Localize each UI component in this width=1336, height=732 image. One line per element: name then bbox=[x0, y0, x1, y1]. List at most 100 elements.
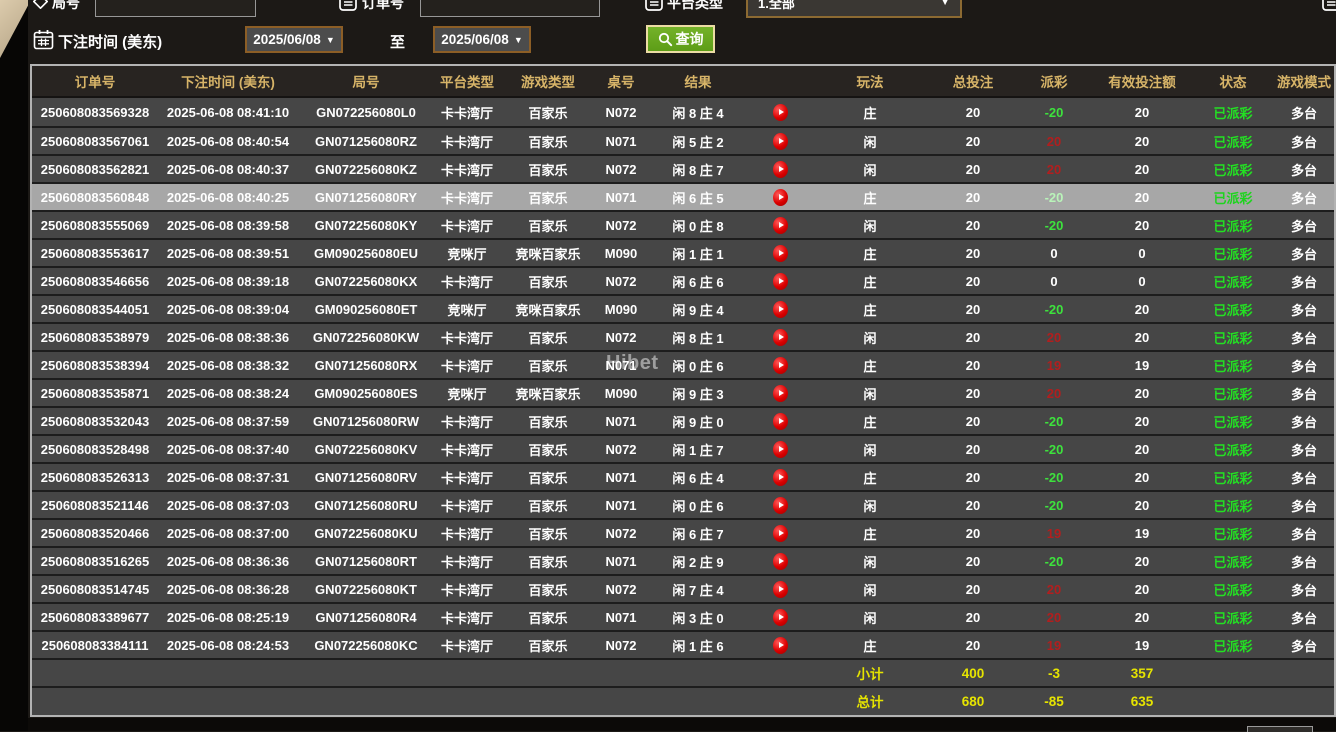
play-video-icon[interactable] bbox=[773, 133, 788, 150]
play-video-icon[interactable] bbox=[773, 525, 788, 542]
total-label: 总计 bbox=[810, 691, 930, 711]
cell-game-type: 竞咪百家乐 bbox=[500, 384, 596, 403]
table-row[interactable]: 250608083526313 2025-06-08 08:37:31 GN07… bbox=[32, 462, 1334, 490]
table-row[interactable]: 250608083532043 2025-06-08 08:37:59 GN07… bbox=[32, 406, 1334, 434]
play-video-icon[interactable] bbox=[773, 245, 788, 262]
cell-result: 闲 0 庄 8 bbox=[646, 216, 750, 235]
play-video-icon[interactable] bbox=[773, 357, 788, 374]
play-video-icon[interactable] bbox=[773, 385, 788, 402]
cell-payout: 20 bbox=[1016, 162, 1092, 177]
table-row[interactable]: 250608083562821 2025-06-08 08:40:37 GN07… bbox=[32, 154, 1334, 182]
cell-table-no: N072 bbox=[596, 526, 646, 541]
cell-game-type: 百家乐 bbox=[500, 356, 596, 375]
play-video-icon[interactable] bbox=[773, 581, 788, 598]
round-no-label: 局号 bbox=[52, 0, 80, 13]
round-no-input[interactable] bbox=[95, 0, 256, 17]
order-no-input[interactable] bbox=[420, 0, 600, 17]
cell-valid-bet: 20 bbox=[1092, 162, 1192, 177]
play-video-icon[interactable] bbox=[773, 609, 788, 626]
cell-video bbox=[750, 329, 810, 346]
header-total-bet: 总投注 bbox=[930, 71, 1016, 91]
table-row[interactable]: 250608083384111 2025-06-08 08:24:53 GN07… bbox=[32, 630, 1334, 658]
query-button[interactable]: 查询 bbox=[646, 25, 715, 53]
cell-order-id: 250608083562821 bbox=[32, 162, 158, 177]
cell-game-type: 百家乐 bbox=[500, 468, 596, 487]
table-row[interactable]: 250608083514745 2025-06-08 08:36:28 GN07… bbox=[32, 574, 1334, 602]
play-video-icon[interactable] bbox=[773, 637, 788, 654]
cell-game-mode: 多台 bbox=[1274, 440, 1334, 459]
table-row[interactable]: 250608083555069 2025-06-08 08:39:58 GN07… bbox=[32, 210, 1334, 238]
cell-round-id: GN071256080RW bbox=[298, 414, 434, 429]
cell-payout: 0 bbox=[1016, 246, 1092, 261]
table-row[interactable]: 250608083567061 2025-06-08 08:40:54 GN07… bbox=[32, 126, 1334, 154]
play-video-icon[interactable] bbox=[773, 104, 788, 121]
date-from-picker[interactable]: 2025/06/08 ▼ bbox=[245, 26, 343, 53]
cell-status: 已派彩 bbox=[1192, 524, 1274, 543]
cell-game-mode: 多台 bbox=[1274, 580, 1334, 599]
table-row[interactable]: 250608083528498 2025-06-08 08:37:40 GN07… bbox=[32, 434, 1334, 462]
play-video-icon[interactable] bbox=[773, 553, 788, 570]
cell-bet-side: 庄 bbox=[810, 468, 930, 487]
chevron-down-icon: ▼ bbox=[940, 0, 950, 8]
cell-game-type: 百家乐 bbox=[500, 524, 596, 543]
table-row[interactable]: 250608083569328 2025-06-08 08:41:10 GN07… bbox=[32, 98, 1334, 126]
play-video-icon[interactable] bbox=[773, 329, 788, 346]
play-video-icon[interactable] bbox=[773, 441, 788, 458]
cell-table-no: N072 bbox=[596, 274, 646, 289]
date-to-picker[interactable]: 2025/06/08 ▼ bbox=[433, 26, 531, 53]
cell-game-type: 百家乐 bbox=[500, 160, 596, 179]
date-range-to-label: 至 bbox=[390, 31, 405, 52]
cell-order-id: 250608083538394 bbox=[32, 358, 158, 373]
table-row[interactable]: 250608083521146 2025-06-08 08:37:03 GN07… bbox=[32, 490, 1334, 518]
cell-order-id: 250608083560848 bbox=[32, 190, 158, 205]
cell-valid-bet: 20 bbox=[1092, 414, 1192, 429]
platform-type-select[interactable]: 1.全部 ▼ bbox=[746, 0, 962, 18]
table-row[interactable]: 250608083516265 2025-06-08 08:36:36 GN07… bbox=[32, 546, 1334, 574]
cell-bet-time: 2025-06-08 08:41:10 bbox=[158, 105, 298, 120]
cell-total-bet: 20 bbox=[930, 330, 1016, 345]
cell-table-no: N071 bbox=[596, 358, 646, 373]
table-row[interactable]: 250608083553617 2025-06-08 08:39:51 GM09… bbox=[32, 238, 1334, 266]
play-video-icon[interactable] bbox=[773, 189, 788, 206]
table-row[interactable]: 250608083535871 2025-06-08 08:38:24 GM09… bbox=[32, 378, 1334, 406]
cell-status: 已派彩 bbox=[1192, 580, 1274, 599]
platform-type-label: 平台类型 bbox=[667, 0, 723, 13]
play-video-icon[interactable] bbox=[773, 413, 788, 430]
header-status: 状态 bbox=[1192, 71, 1274, 91]
cell-order-id: 250608083546656 bbox=[32, 274, 158, 289]
play-video-icon[interactable] bbox=[773, 497, 788, 514]
header-platform: 平台类型 bbox=[434, 71, 500, 91]
table-row[interactable]: 250608083544051 2025-06-08 08:39:04 GM09… bbox=[32, 294, 1334, 322]
cell-status: 已派彩 bbox=[1192, 132, 1274, 151]
table-row[interactable]: 250608083538979 2025-06-08 08:38:36 GN07… bbox=[32, 322, 1334, 350]
query-button-label: 查询 bbox=[676, 29, 704, 49]
table-row[interactable]: 250608083538394 2025-06-08 08:38:32 GN07… bbox=[32, 350, 1334, 378]
header-game-mode: 游戏模式 bbox=[1274, 71, 1334, 91]
cell-table-no: N071 bbox=[596, 134, 646, 149]
cell-video bbox=[750, 581, 810, 598]
table-row[interactable]: 250608083389677 2025-06-08 08:25:19 GN07… bbox=[32, 602, 1334, 630]
cell-video bbox=[750, 497, 810, 514]
cell-game-type: 百家乐 bbox=[500, 216, 596, 235]
cell-payout: -20 bbox=[1016, 105, 1092, 120]
cell-video bbox=[750, 301, 810, 318]
cell-result: 闲 7 庄 4 bbox=[646, 580, 750, 599]
play-video-icon[interactable] bbox=[773, 217, 788, 234]
cell-game-type: 百家乐 bbox=[500, 496, 596, 515]
play-video-icon[interactable] bbox=[773, 161, 788, 178]
cell-table-no: N071 bbox=[596, 610, 646, 625]
subtotal-label: 小计 bbox=[810, 663, 930, 683]
cell-order-id: 250608083553617 bbox=[32, 246, 158, 261]
table-row[interactable]: 250608083546656 2025-06-08 08:39:18 GN07… bbox=[32, 266, 1334, 294]
cell-platform: 卡卡湾厅 bbox=[434, 272, 500, 291]
table-row[interactable]: 250608083520466 2025-06-08 08:37:00 GN07… bbox=[32, 518, 1334, 546]
cell-round-id: GN072256080KX bbox=[298, 274, 434, 289]
pagination-button-clipped[interactable] bbox=[1247, 726, 1313, 732]
play-video-icon[interactable] bbox=[773, 273, 788, 290]
play-video-icon[interactable] bbox=[773, 301, 788, 318]
table-row[interactable]: 250608083560848 2025-06-08 08:40:25 GN07… bbox=[32, 182, 1334, 210]
cell-video bbox=[750, 385, 810, 402]
play-video-icon[interactable] bbox=[773, 469, 788, 486]
cell-video bbox=[750, 441, 810, 458]
cell-status: 已派彩 bbox=[1192, 272, 1274, 291]
